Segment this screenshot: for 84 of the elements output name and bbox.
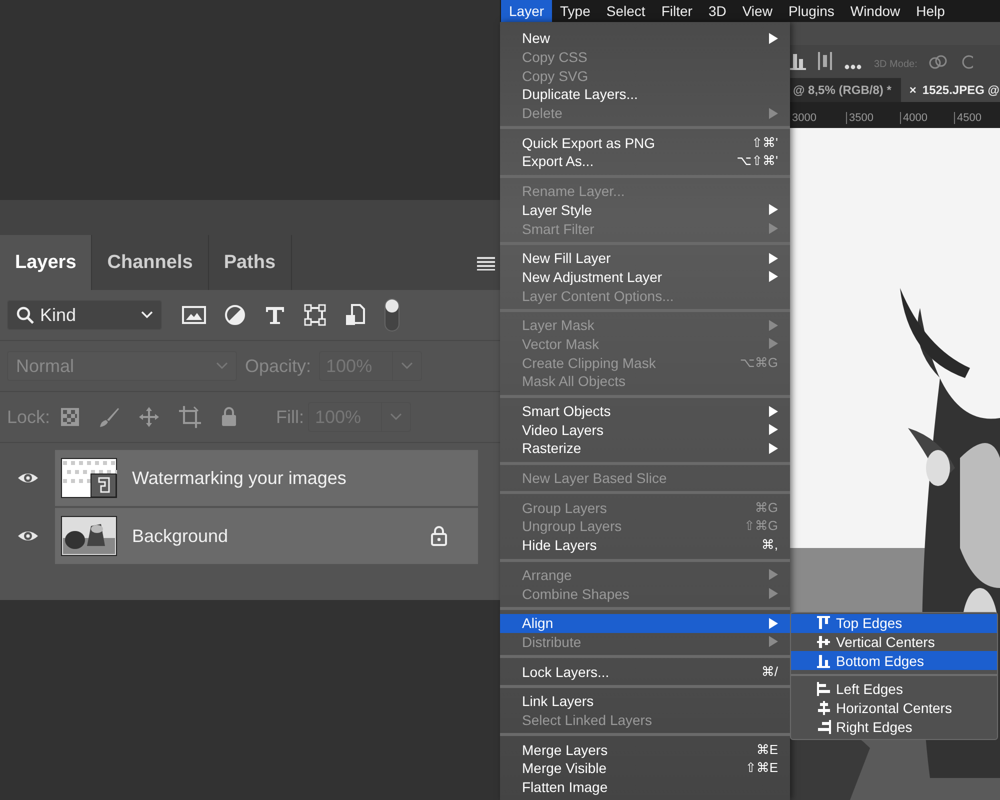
menu-item[interactable]: Top Edges: [791, 614, 997, 633]
layer-name: Background: [132, 526, 230, 546]
menu-item[interactable]: Hide Layers ⌘,: [500, 536, 790, 554]
menu-item[interactable]: Lock Layers... ⌘/: [500, 662, 790, 681]
type-icon[interactable]: [264, 304, 286, 326]
chevron-icon: [141, 311, 153, 319]
menu-item[interactable]: Align: [500, 614, 790, 633]
layer-row[interactable]: Watermarking your images: [55, 450, 478, 506]
close-icon[interactable]: ×: [909, 83, 916, 97]
image-icon[interactable]: [182, 305, 206, 325]
layer-name: Watermarking your images: [132, 468, 348, 488]
align-icon: [817, 720, 831, 734]
chevron-icon: [401, 362, 414, 370]
menu-item[interactable]: Vertical Centers: [791, 632, 997, 652]
menu-item[interactable]: Flatten Image: [500, 778, 790, 796]
search-icon: [16, 306, 34, 324]
orbit-icon[interactable]: [929, 54, 948, 70]
shortcut: ⌥⇧⌘': [736, 153, 778, 170]
menu-item[interactable]: Merge Visible ⇧⌘E: [500, 759, 790, 778]
shortcut: ⌘E: [756, 742, 778, 758]
distribute-icon[interactable]: [818, 52, 832, 70]
shortcut: ⌥⌘G: [740, 354, 778, 371]
shortcut: ⇧⌘E: [745, 760, 778, 776]
brush-icon[interactable]: [98, 406, 120, 428]
chevron-icon: [216, 362, 228, 370]
ruler-label: 3500: [846, 112, 900, 124]
menu-item[interactable]: Link Layers: [500, 692, 790, 711]
ruler-label: 4500: [954, 112, 1000, 124]
ruler-label: 4000: [900, 112, 954, 124]
shortcut: ⇧⌘G: [744, 518, 778, 534]
half-circle-icon[interactable]: [224, 304, 246, 326]
panel-tab[interactable]: Layers: [0, 235, 92, 290]
menu-icon[interactable]: [476, 254, 496, 270]
document-icon[interactable]: [344, 303, 366, 327]
menu-item[interactable]: Video Layers: [500, 420, 790, 440]
menu-title[interactable]: Window: [842, 0, 908, 22]
menu-title[interactable]: 3D: [700, 0, 734, 22]
menu-title[interactable]: Help: [908, 0, 953, 22]
menu-title[interactable]: Layer: [501, 0, 552, 22]
chevron-icon: [390, 413, 402, 421]
align-icon: [817, 682, 831, 696]
menu-title[interactable]: View: [734, 0, 780, 22]
shortcut: ⇧⌘': [752, 134, 778, 151]
menu-item[interactable]: Layer Style: [500, 200, 790, 220]
document-tab[interactable]: × 1525.JPEG @: [901, 78, 1000, 102]
menu-item[interactable]: New Fill Layer: [500, 248, 790, 268]
menu-item[interactable]: New: [500, 29, 790, 48]
menu-item[interactable]: Left Edges: [791, 680, 997, 699]
menu-item[interactable]: Merge Layers ⌘E: [500, 740, 790, 759]
menu-title[interactable]: Type: [552, 0, 598, 22]
align-icon: [817, 616, 831, 630]
menu-item[interactable]: Bottom Edges: [791, 651, 997, 670]
layer-row[interactable]: Background: [55, 508, 478, 564]
menu-item[interactable]: Rasterize: [500, 439, 790, 458]
menu-item[interactable]: Quick Export as PNG ⇧⌘': [500, 133, 790, 152]
menu-title[interactable]: Select: [598, 0, 654, 22]
move-icon[interactable]: [138, 406, 160, 428]
shortcut: ⌘/: [761, 664, 778, 680]
menu-item[interactable]: Horizontal Centers: [791, 698, 997, 718]
shortcut: ⌘,: [761, 537, 778, 554]
checkerboard-icon[interactable]: [60, 407, 80, 427]
align-bottom-icon[interactable]: [790, 52, 806, 70]
menu-item[interactable]: Duplicate Layers...: [500, 85, 790, 104]
align-icon: [817, 701, 831, 716]
shortcut: ⌘G: [754, 500, 778, 516]
tab-title: 1525.JPEG @: [922, 83, 1000, 97]
align-icon: [817, 635, 831, 650]
align-icon: [817, 654, 831, 668]
menu-item[interactable]: New Adjustment Layer: [500, 268, 790, 286]
panel-tab[interactable]: Paths: [208, 235, 292, 290]
filter-dropdown[interactable]: Kind: [7, 300, 162, 330]
menu-item[interactable]: Smart Objects: [500, 402, 790, 420]
shape-icon[interactable]: [304, 304, 326, 326]
more-icon[interactable]: [844, 64, 862, 70]
crop-icon[interactable]: [178, 405, 202, 429]
menu-title[interactable]: Filter: [653, 0, 700, 22]
ruler-label: 3000: [791, 112, 818, 124]
menu-item[interactable]: Export As... ⌥⇧⌘': [500, 152, 790, 171]
menu-item[interactable]: Right Edges: [791, 717, 997, 736]
filter-toggle[interactable]: [384, 298, 400, 332]
lock-icon[interactable]: [220, 407, 238, 427]
menu-title[interactable]: Plugins: [780, 0, 842, 22]
panel-tab[interactable]: Channels: [92, 235, 209, 290]
transparency-thumbnail: [61, 458, 117, 498]
